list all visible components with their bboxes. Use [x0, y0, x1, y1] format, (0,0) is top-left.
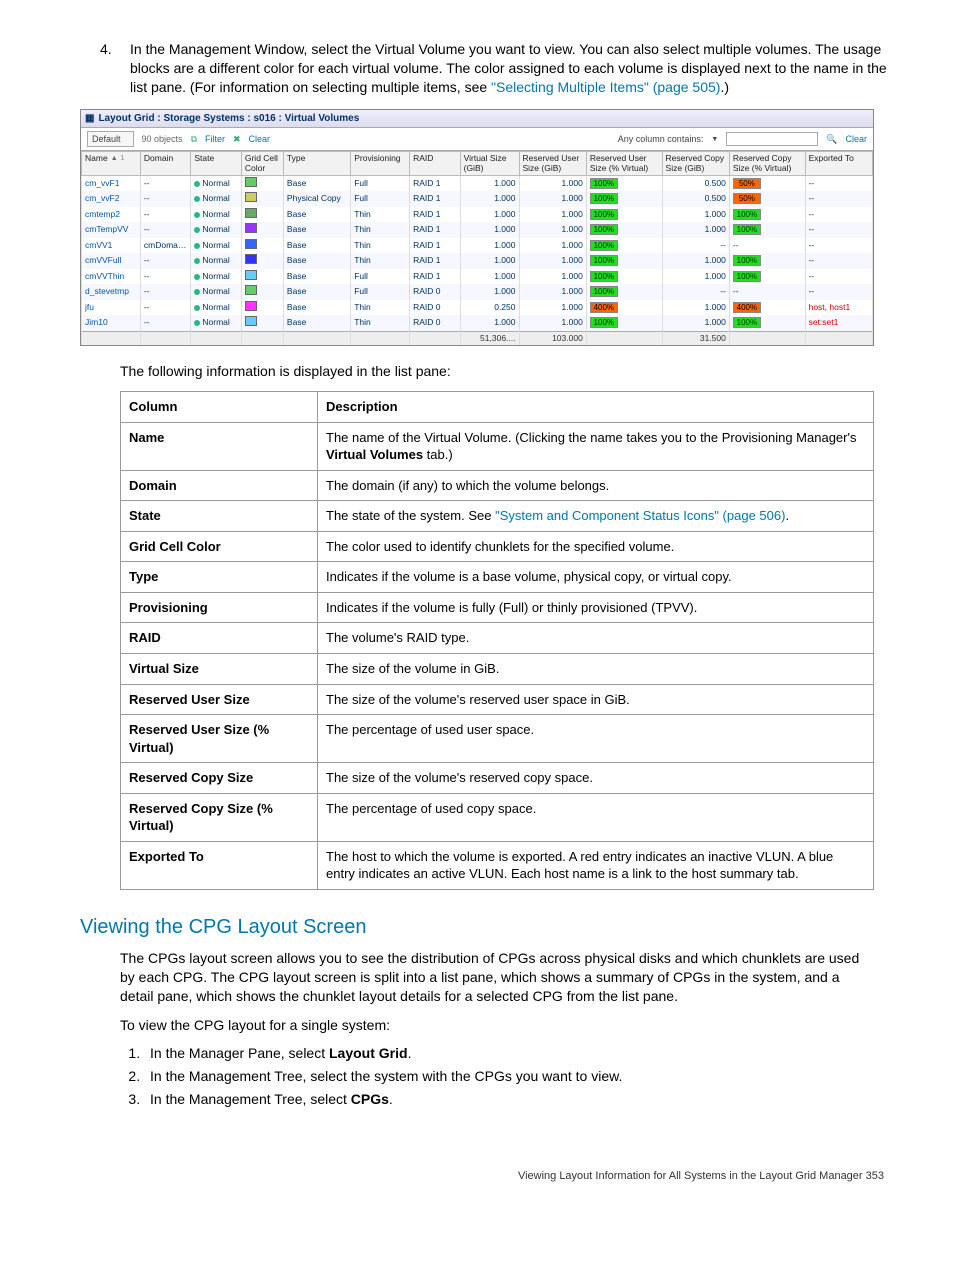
clear-link-1[interactable]: Clear [249, 133, 271, 145]
col-header[interactable]: Provisioning [351, 152, 410, 176]
col-header[interactable]: Exported To [805, 152, 872, 176]
desc-row: Reserved Copy SizeThe size of the volume… [121, 763, 874, 794]
desc-row: DomainThe domain (if any) to which the v… [121, 470, 874, 501]
desc-row: Reserved User SizeThe size of the volume… [121, 684, 874, 715]
table-row[interactable]: cmVVFull--NormalBaseThinRAID 11.0001.000… [82, 253, 873, 268]
col-header[interactable]: Domain [140, 152, 190, 176]
desc-row: ProvisioningIndicates if the volume is f… [121, 592, 874, 623]
view-dropdown[interactable]: Default [87, 131, 134, 147]
page-footer: Viewing Layout Information for All Syste… [60, 1169, 894, 1184]
cpg-paragraph-1: The CPGs layout screen allows you to see… [120, 949, 874, 1006]
col-header[interactable]: Name▲1 [82, 152, 141, 176]
column-description-table: Column Description NameThe name of the V… [120, 391, 874, 890]
clear-link-2[interactable]: Clear [845, 133, 867, 145]
viewing-cpg-heading: Viewing the CPG Layout Screen [80, 914, 894, 941]
desc-intro: The following information is displayed i… [120, 362, 874, 381]
table-row[interactable]: cmVV1cmDomain1NormalBaseThinRAID 11.0001… [82, 238, 873, 253]
col-header[interactable]: Virtual Size (GiB) [460, 152, 519, 176]
table-footer-row: 51,306....103.00031.500 [82, 331, 873, 345]
col-header[interactable]: Grid Cell Color [241, 152, 283, 176]
col-header[interactable]: State [191, 152, 241, 176]
table-header-row: Name▲1DomainStateGrid Cell ColorTypeProv… [82, 152, 873, 176]
desc-row: Virtual SizeThe size of the volume in Gi… [121, 653, 874, 684]
table-row[interactable]: Jim10--NormalBaseThinRAID 01.0001.000100… [82, 315, 873, 331]
search-input[interactable] [726, 132, 818, 146]
desc-row: NameThe name of the Virtual Volume. (Cli… [121, 422, 874, 470]
search-icon[interactable]: 🔍 [826, 133, 837, 145]
col-header[interactable]: Reserved User Size (GiB) [519, 152, 586, 176]
table-row[interactable]: cmtemp2--NormalBaseThinRAID 11.0001.0001… [82, 207, 873, 222]
step-4: 4. In the Management Window, select the … [100, 40, 894, 97]
cpg-paragraph-2: To view the CPG layout for a single syst… [120, 1016, 874, 1035]
step-text: In the Management Window, select the Vir… [130, 40, 894, 97]
table-row[interactable]: cm_vvF1--NormalBaseFullRAID 11.0001.0001… [82, 176, 873, 192]
selecting-multiple-items-link[interactable]: "Selecting Multiple Items" (page 505) [491, 79, 720, 95]
vv-table: Name▲1DomainStateGrid Cell ColorTypeProv… [81, 151, 873, 345]
col-header[interactable]: Reserved User Size (% Virtual) [586, 152, 662, 176]
col-header[interactable]: Reserved Copy Size (GiB) [662, 152, 729, 176]
desc-row: Exported ToThe host to which the volume … [121, 841, 874, 889]
desc-row: Grid Cell ColorThe color used to identif… [121, 531, 874, 562]
virtual-volumes-grid-screenshot: ▦ Layout Grid : Storage Systems : s016 :… [80, 109, 874, 346]
list-item: In the Management Tree, select the syste… [144, 1067, 874, 1086]
table-row[interactable]: cmVVThin--NormalBaseFullRAID 11.0001.000… [82, 269, 873, 284]
desc-hdr-column: Column [121, 392, 318, 423]
desc-row: Reserved User Size (% Virtual)The percen… [121, 715, 874, 763]
col-header[interactable]: Reserved Copy Size (% Virtual) [729, 152, 805, 176]
step-number: 4. [100, 40, 130, 97]
filter-link[interactable]: Filter [205, 133, 225, 145]
clear-filter-icon[interactable]: ✖ [233, 133, 241, 145]
grid-icon: ▦ [85, 112, 94, 126]
col-header[interactable]: RAID [410, 152, 460, 176]
desc-link[interactable]: "System and Component Status Icons" (pag… [495, 508, 785, 523]
object-count: 90 objects [142, 133, 183, 145]
any-column-label: Any column contains: [618, 133, 704, 145]
list-item: In the Management Tree, select CPGs. [144, 1090, 874, 1109]
cpg-steps-list: In the Manager Pane, select Layout Grid.… [120, 1044, 874, 1109]
table-row[interactable]: d_stevetmp--NormalBaseFullRAID 01.0001.0… [82, 284, 873, 299]
desc-row: Reserved Copy Size (% Virtual)The percen… [121, 793, 874, 841]
list-item: In the Manager Pane, select Layout Grid. [144, 1044, 874, 1063]
filter-icon[interactable]: ⧉ [191, 133, 197, 145]
table-row[interactable]: cm_vvF2--NormalPhysical CopyFullRAID 11.… [82, 191, 873, 206]
desc-hdr-description: Description [318, 392, 874, 423]
desc-row: TypeIndicates if the volume is a base vo… [121, 562, 874, 593]
grid-window-title: ▦ Layout Grid : Storage Systems : s016 :… [81, 110, 873, 129]
desc-row: StateThe state of the system. See "Syste… [121, 501, 874, 532]
grid-toolbar: Default 90 objects ⧉ Filter ✖ Clear Any … [81, 128, 873, 151]
table-row[interactable]: cmTempVV--NormalBaseThinRAID 11.0001.000… [82, 222, 873, 237]
desc-row: RAIDThe volume's RAID type. [121, 623, 874, 654]
table-row[interactable]: jfu--NormalBaseThinRAID 00.2501.000400%1… [82, 300, 873, 315]
col-header[interactable]: Type [283, 152, 350, 176]
